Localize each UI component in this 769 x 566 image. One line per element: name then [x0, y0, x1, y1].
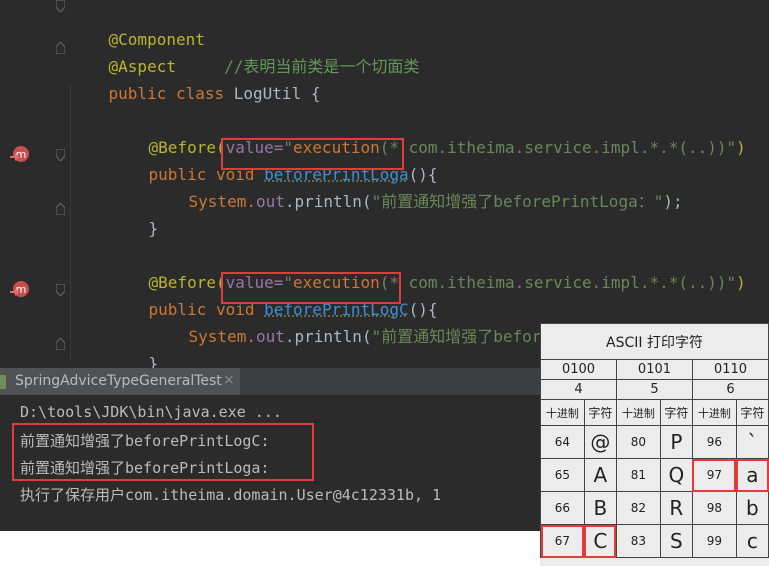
highlight-box	[12, 423, 314, 481]
column-header: 字符	[659, 399, 693, 426]
code-line: }	[110, 199, 159, 259]
char-cell: `	[735, 425, 769, 459]
decimal-cell: 97	[691, 458, 737, 492]
char-cell: R	[659, 491, 693, 525]
code-editor[interactable]: m m @Component @Aspect //表明当前类是一个切面类 pub…	[0, 0, 769, 368]
svg-text:m: m	[16, 148, 27, 161]
char-cell: b	[735, 491, 769, 525]
char-cell: C	[583, 524, 617, 558]
char-cell: Q	[659, 458, 693, 492]
fold-marker-icon[interactable]	[56, 0, 65, 12]
string-literal: "前置通知增强了beforePrintLoga："	[371, 192, 664, 211]
out-field: out	[255, 327, 285, 346]
out-field: out	[255, 192, 285, 211]
fold-marker-icon[interactable]	[56, 42, 65, 54]
code-line: public class LogUtil {	[70, 64, 321, 124]
svg-text:m: m	[16, 283, 27, 296]
method-override-icon[interactable]: m	[9, 143, 31, 165]
fold-marker-icon[interactable]	[56, 338, 65, 350]
decimal-cell: 65	[540, 458, 585, 492]
class-keyword: public class	[108, 84, 225, 103]
close-icon[interactable]: ×	[223, 372, 235, 388]
fold-marker-icon[interactable]	[56, 149, 65, 161]
brace: }	[148, 354, 159, 368]
code-line: }	[110, 334, 159, 368]
tab-label: SpringAdviceTypeGeneralTest	[15, 373, 222, 389]
group-number: 4	[540, 379, 617, 400]
table-row: 65 A 81 Q 97 a	[540, 458, 769, 492]
println-call: .println(	[284, 192, 372, 211]
decimal-cell: 66	[540, 491, 585, 525]
group-bits: 0100	[540, 359, 617, 380]
brace: }	[148, 219, 159, 238]
table-row: 66 B 82 R 98 b	[540, 491, 769, 525]
decimal-cell: 98	[691, 491, 737, 525]
system-class: System.	[188, 192, 256, 211]
brace: {	[310, 84, 321, 103]
decimal-cell: 80	[615, 425, 661, 459]
decimal-cell: 82	[615, 491, 661, 525]
console-line: 执行了保存用户com.itheima.domain.User@4c12331b,…	[20, 486, 442, 504]
decimal-cell: 83	[615, 524, 661, 558]
run-tool-window-header: SpringAdviceTypeGeneralTest ×	[0, 368, 540, 396]
group-number: 5	[615, 379, 693, 400]
decimal-cell: 96	[691, 425, 737, 459]
console-output[interactable]: D:\tools\JDK\bin\java.exe ... 前置通知增强了bef…	[0, 395, 540, 531]
column-header: 字符	[735, 399, 769, 426]
highlight-box	[221, 138, 404, 170]
decimal-cell: 99	[691, 524, 737, 558]
statement-end: );	[663, 192, 683, 211]
run-config-icon	[0, 375, 6, 389]
println-call: .println(	[284, 327, 372, 346]
column-header: 十进制	[540, 399, 585, 426]
group-number: 6	[691, 379, 769, 400]
ascii-table-image: ASCII 打印字符 0100 0101 0110 4 5 6 十进制 字符 十…	[540, 323, 769, 566]
annotation-close: )	[736, 273, 746, 292]
char-cell: c	[735, 524, 769, 558]
tab-run-config[interactable]: SpringAdviceTypeGeneralTest ×	[0, 368, 240, 395]
char-cell: @	[583, 425, 617, 459]
ascii-table-title: ASCII 打印字符	[540, 323, 769, 360]
class-name: LogUtil	[233, 84, 302, 103]
decimal-cell: 64	[540, 425, 585, 459]
char-cell: S	[659, 524, 693, 558]
indent-guide	[70, 85, 71, 360]
fold-marker-icon[interactable]	[56, 284, 65, 296]
code-line: System.out.println("前置通知增强了beforePrintLo…	[150, 172, 683, 232]
table-row: 67 C 83 S 99 c	[540, 524, 769, 558]
group-bits: 0101	[615, 359, 693, 380]
char-cell: B	[583, 491, 617, 525]
method-override-icon[interactable]: m	[9, 278, 31, 300]
fold-marker-icon[interactable]	[56, 203, 65, 215]
char-cell: A	[583, 458, 617, 492]
system-class: System.	[188, 327, 256, 346]
column-header: 十进制	[615, 399, 661, 426]
console-line: D:\tools\JDK\bin\java.exe ...	[20, 403, 282, 421]
column-header: 十进制	[691, 399, 737, 426]
annotation-close: )	[736, 138, 746, 157]
ascii-table: ASCII 打印字符 0100 0101 0110 4 5 6 十进制 字符 十…	[540, 323, 769, 558]
highlight-box	[221, 272, 401, 304]
char-cell: a	[735, 458, 769, 492]
decimal-cell: 67	[540, 524, 585, 558]
table-row: 64 @ 80 P 96 `	[540, 425, 769, 459]
decimal-cell: 81	[615, 458, 661, 492]
column-header: 字符	[583, 399, 617, 426]
char-cell: P	[659, 425, 693, 459]
group-bits: 0110	[691, 359, 769, 380]
